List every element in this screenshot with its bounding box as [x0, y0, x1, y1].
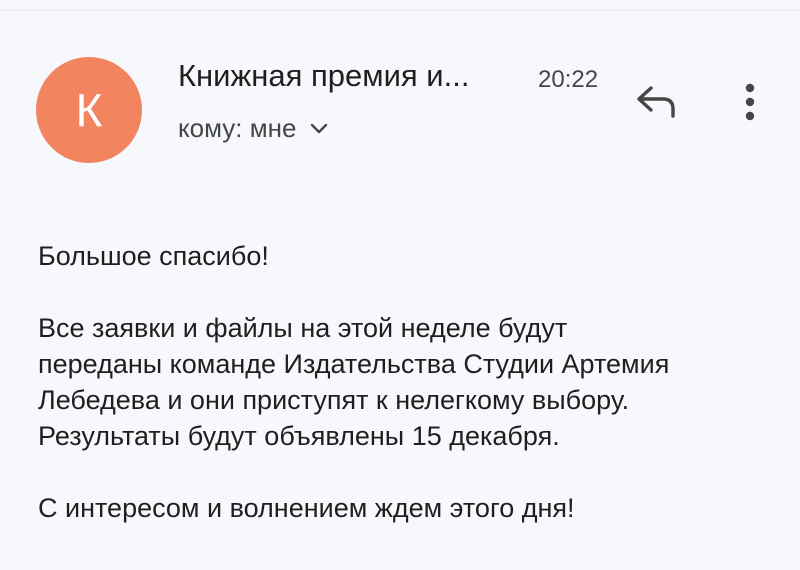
body-line-4: Результаты будут объявлены 15 декабря.	[38, 421, 560, 451]
more-options-button[interactable]	[726, 74, 774, 130]
reply-button[interactable]	[626, 78, 688, 126]
more-vert-icon	[745, 83, 755, 121]
reply-icon	[637, 86, 675, 118]
message-time: 20:22	[538, 66, 599, 93]
recipient-details-toggle[interactable]: кому: мне	[178, 113, 328, 144]
greeting-paragraph: Большое спасибо!	[38, 238, 778, 274]
recipient-label: кому: мне	[178, 113, 297, 143]
message-body: Большое спасибо! Все заявки и файлы на э…	[38, 238, 778, 526]
body-line-1: Все заявки и файлы на этой неделе будут	[38, 313, 568, 343]
greeting-line: Большое спасибо!	[38, 241, 269, 271]
closing-paragraph: С интересом и волнением ждем этого дня!	[38, 490, 778, 526]
main-paragraph: Все заявки и файлы на этой неделе будут …	[38, 310, 778, 454]
chevron-down-icon	[311, 123, 328, 133]
avatar[interactable]: К	[36, 57, 142, 163]
message-header: К Книжная премия и... 20:22 кому: мне	[0, 0, 800, 200]
sender-name[interactable]: Книжная премия и...	[178, 58, 469, 94]
body-line-2: переданы команде Издательства Студии Арт…	[38, 349, 670, 379]
closing-line: С интересом и волнением ждем этого дня!	[38, 493, 575, 523]
body-line-3: Лебедева и они приступят к нелегкому выб…	[38, 385, 630, 415]
avatar-letter: К	[75, 84, 103, 136]
